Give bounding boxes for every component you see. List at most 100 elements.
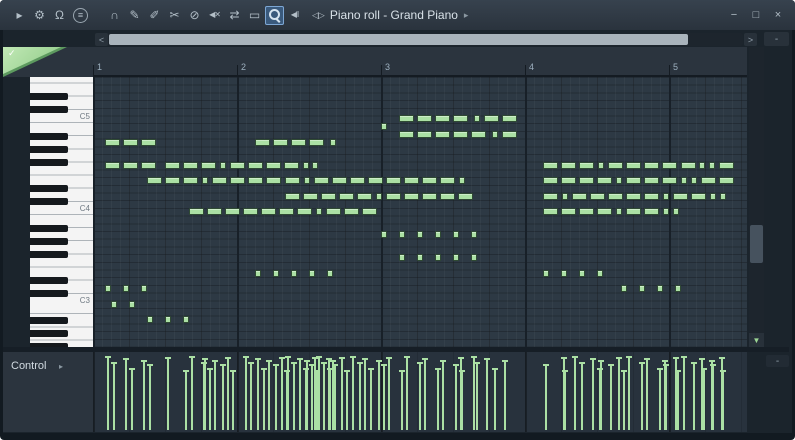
velocity-line[interactable] (641, 362, 643, 430)
midi-note[interactable] (147, 316, 153, 323)
scroll-down-button[interactable]: ▼ (749, 333, 764, 347)
velocity-line[interactable] (665, 364, 667, 430)
headphones-icon[interactable]: Ω (50, 6, 69, 25)
velocity-line[interactable] (143, 360, 145, 430)
midi-note[interactable] (327, 270, 333, 277)
midi-note[interactable] (332, 177, 347, 184)
title-dropdown-arrow-icon[interactable]: ▸ (464, 10, 469, 21)
midi-note[interactable] (183, 177, 198, 184)
midi-note[interactable] (644, 162, 659, 169)
midi-note[interactable] (399, 131, 414, 138)
midi-note[interactable] (562, 193, 568, 200)
midi-note[interactable] (453, 115, 468, 122)
midi-note[interactable] (326, 208, 341, 215)
select-tool-icon[interactable]: ▭ (245, 6, 264, 25)
velocity-line[interactable] (610, 364, 612, 430)
velocity-line[interactable] (683, 356, 685, 430)
midi-note[interactable] (141, 162, 156, 169)
velocity-line[interactable] (437, 368, 439, 430)
timeline-ruler[interactable]: 12345 (93, 47, 747, 77)
midi-note[interactable] (309, 139, 324, 146)
midi-note[interactable] (165, 316, 171, 323)
velocity-line[interactable] (125, 358, 127, 430)
velocity-line[interactable] (281, 357, 283, 430)
midi-note[interactable] (212, 177, 227, 184)
velocity-line[interactable] (306, 360, 308, 430)
midi-note[interactable] (381, 231, 387, 238)
horizontal-scrollbar-thumb[interactable] (109, 34, 688, 45)
midi-note[interactable] (644, 208, 659, 215)
midi-note[interactable] (471, 231, 477, 238)
velocity-line[interactable] (712, 364, 714, 430)
midi-note[interactable] (362, 208, 377, 215)
midi-note[interactable] (435, 231, 441, 238)
midi-note[interactable] (285, 193, 300, 200)
midi-note[interactable] (279, 208, 294, 215)
velocity-line[interactable] (293, 362, 295, 430)
midi-note[interactable] (492, 131, 498, 138)
vertical-scrollbar-track[interactable] (749, 47, 764, 347)
midi-note[interactable] (207, 208, 222, 215)
velocity-line[interactable] (401, 370, 403, 430)
midi-note[interactable] (243, 208, 258, 215)
playback-tool-icon[interactable]: ◀‖ (285, 6, 304, 25)
midi-note[interactable] (273, 139, 288, 146)
velocity-line[interactable] (346, 370, 348, 430)
midi-note[interactable] (502, 115, 517, 122)
midi-note[interactable] (381, 123, 387, 130)
midi-note[interactable] (312, 162, 318, 169)
mute-tool-icon[interactable]: ◀✕ (205, 6, 224, 25)
midi-note[interactable] (111, 301, 117, 308)
titlebar[interactable]: ▸⚙Ω≡∩✎✐✂⊘◀✕⇄▭◀‖ ◁▷ Piano roll - Grand Pi… (0, 0, 795, 30)
midi-note[interactable] (230, 162, 245, 169)
note-grid[interactable] (93, 77, 747, 347)
midi-note[interactable] (440, 193, 455, 200)
midi-note[interactable] (579, 270, 585, 277)
black-key[interactable] (30, 93, 68, 100)
velocity-line[interactable] (329, 368, 331, 430)
velocity-line[interactable] (250, 362, 252, 430)
midi-note[interactable] (129, 301, 135, 308)
velocity-line[interactable] (149, 364, 151, 430)
velocity-line[interactable] (618, 357, 620, 430)
velocity-line[interactable] (364, 358, 366, 430)
velocity-line[interactable] (299, 358, 301, 430)
velocity-line[interactable] (388, 357, 390, 430)
midi-note[interactable] (543, 177, 558, 184)
channel-preview-icon[interactable]: ◁▷ (312, 10, 324, 21)
black-key[interactable] (30, 317, 68, 324)
midi-note[interactable] (261, 208, 276, 215)
midi-note[interactable] (303, 193, 318, 200)
midi-note[interactable] (598, 162, 604, 169)
velocity-line[interactable] (703, 368, 705, 430)
midi-note[interactable] (720, 193, 726, 200)
midi-note[interactable] (453, 231, 459, 238)
velocity-line[interactable] (677, 370, 679, 430)
velocity-line[interactable] (486, 358, 488, 430)
midi-note[interactable] (141, 285, 147, 292)
velocity-line[interactable] (442, 360, 444, 430)
midi-note[interactable] (561, 177, 576, 184)
midi-note[interactable] (105, 162, 120, 169)
midi-note[interactable] (435, 254, 441, 261)
midi-note[interactable] (303, 162, 309, 169)
midi-note[interactable] (291, 270, 297, 277)
midi-note[interactable] (105, 285, 111, 292)
midi-note[interactable] (165, 177, 180, 184)
velocity-line[interactable] (268, 360, 270, 430)
velocity-line[interactable] (461, 370, 463, 430)
midi-note[interactable] (123, 139, 138, 146)
slice-tool-icon[interactable]: ✂ (165, 6, 184, 25)
midi-note[interactable] (608, 193, 623, 200)
midi-note[interactable] (321, 193, 336, 200)
minimize-button[interactable]: − (727, 7, 741, 23)
midi-note[interactable] (579, 208, 594, 215)
midi-note[interactable] (266, 177, 281, 184)
midi-note[interactable] (543, 208, 558, 215)
midi-note[interactable] (663, 208, 669, 215)
velocity-line[interactable] (564, 370, 566, 430)
black-key[interactable] (30, 277, 68, 284)
midi-note[interactable] (597, 208, 612, 215)
midi-note[interactable] (691, 193, 706, 200)
midi-note[interactable] (662, 177, 677, 184)
